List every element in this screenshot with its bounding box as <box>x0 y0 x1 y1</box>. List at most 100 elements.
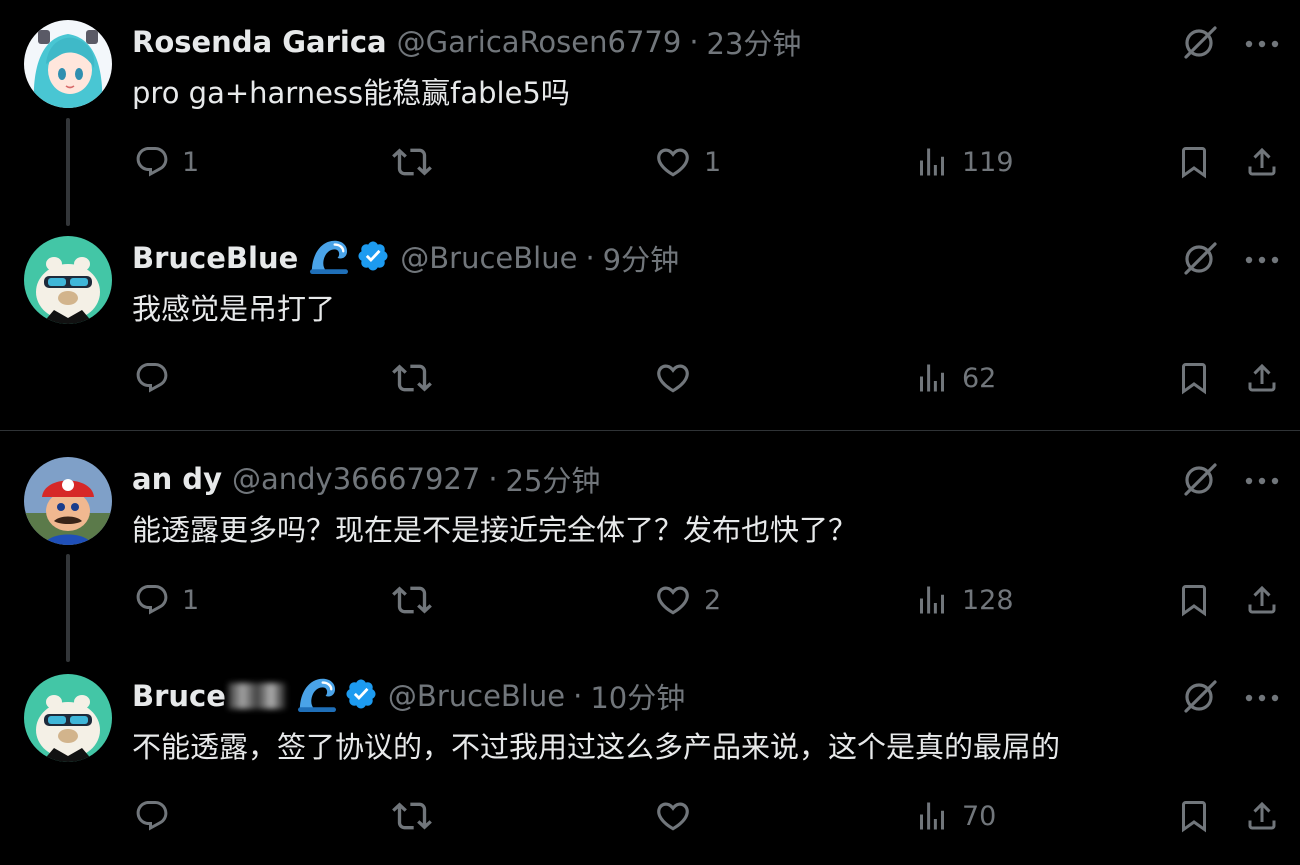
post-timestamp[interactable]: 10分钟 <box>590 675 685 717</box>
like-button[interactable] <box>654 356 704 400</box>
post-text: 不能透露，签了协议的，不过我用过这么多产品来说，这个是真的最屌的 <box>132 730 1061 764</box>
views-icon <box>914 144 950 180</box>
bookmark-icon <box>1176 798 1212 834</box>
like-icon <box>654 143 692 181</box>
share-button[interactable] <box>1244 356 1280 400</box>
post-header: Bruce @BruceBlue · 10分钟 <box>132 674 685 718</box>
bookmark-icon <box>1176 144 1212 180</box>
repost-icon <box>392 580 432 620</box>
like-icon <box>654 581 692 619</box>
repost-button[interactable] <box>392 140 444 184</box>
views-icon <box>914 582 950 618</box>
share-button[interactable] <box>1244 140 1280 184</box>
more-icon[interactable] <box>1244 28 1280 54</box>
user-handle[interactable]: @andy36667927 <box>232 462 480 496</box>
reply-button[interactable] <box>134 356 182 400</box>
repost-button[interactable] <box>392 356 444 400</box>
verified-badge-icon[interactable] <box>356 239 390 277</box>
display-name[interactable]: BruceBlue <box>132 241 298 275</box>
reply-button[interactable] <box>134 794 182 838</box>
action-bar: 70 <box>0 794 1300 838</box>
bookmark-icon <box>1176 360 1212 396</box>
grok-icon[interactable] <box>1182 24 1218 64</box>
more-icon[interactable] <box>1244 244 1280 270</box>
post-timestamp[interactable]: 23分钟 <box>707 21 802 63</box>
like-button[interactable]: 2 <box>654 578 721 622</box>
post-text: 能透露更多吗？现在是不是接近完全体了？发布也快了？ <box>132 513 858 547</box>
repost-button[interactable] <box>392 794 444 838</box>
views-icon <box>914 798 950 834</box>
post-header: Rosenda Garica @GaricaRosen6779 · 23分钟 <box>132 20 801 64</box>
views-icon <box>914 360 950 396</box>
views-count: 70 <box>962 800 997 832</box>
post-header: BruceBlue @BruceBlue · 9分钟 <box>132 236 679 280</box>
bookmark-button[interactable] <box>1176 578 1212 622</box>
avatar[interactable] <box>24 674 112 762</box>
display-name[interactable]: Bruce <box>132 679 226 713</box>
reply-button[interactable]: 1 <box>134 578 199 622</box>
wave-emoji-icon <box>308 237 350 279</box>
user-handle[interactable]: @BruceBlue <box>400 241 577 275</box>
like-button[interactable] <box>654 794 704 838</box>
wave-emoji-icon <box>296 675 338 717</box>
like-icon <box>654 359 692 397</box>
share-icon <box>1244 798 1280 834</box>
views-count: 128 <box>962 584 1014 616</box>
share-icon <box>1244 582 1280 618</box>
bookmark-icon <box>1176 582 1212 618</box>
reply-count: 1 <box>182 146 200 178</box>
reply-post[interactable]: Rosenda Garica @GaricaRosen6779 · 23分钟 p… <box>0 0 1300 216</box>
views-count: 62 <box>962 362 997 394</box>
post-text: pro ga+harness能稳赢fable5吗 <box>132 76 570 110</box>
user-handle[interactable]: @BruceBlue <box>388 679 565 713</box>
share-button[interactable] <box>1244 578 1280 622</box>
bookmark-button[interactable] <box>1176 356 1212 400</box>
like-count: 2 <box>704 584 722 616</box>
more-icon[interactable] <box>1244 465 1280 491</box>
avatar[interactable] <box>24 20 112 108</box>
verified-badge-icon[interactable] <box>344 677 378 715</box>
views-button[interactable]: 119 <box>914 140 1014 184</box>
separator-dot: · <box>573 679 583 713</box>
reply-button[interactable]: 1 <box>134 140 199 184</box>
post-text: 我感觉是吊打了 <box>132 292 336 326</box>
repost-button[interactable] <box>392 578 444 622</box>
grok-icon[interactable] <box>1182 461 1218 501</box>
separator-dot: · <box>689 25 699 59</box>
bookmark-button[interactable] <box>1176 140 1212 184</box>
action-bar: 62 <box>0 356 1300 400</box>
user-handle[interactable]: @GaricaRosen6779 <box>397 25 682 59</box>
reply-icon <box>134 582 170 618</box>
reply-post[interactable]: Bruce @BruceBlue · 10分钟 不能透露，签了协议的，不过我用过… <box>0 654 1300 865</box>
views-count: 119 <box>962 146 1014 178</box>
views-button[interactable]: 62 <box>914 356 996 400</box>
views-button[interactable]: 128 <box>914 578 1014 622</box>
avatar[interactable] <box>24 457 112 545</box>
avatar[interactable] <box>24 236 112 324</box>
separator-dot: · <box>585 241 595 275</box>
grok-icon[interactable] <box>1182 678 1218 718</box>
reply-count: 1 <box>182 584 200 616</box>
post-timestamp[interactable]: 25分钟 <box>506 458 601 500</box>
like-count: 1 <box>704 146 722 178</box>
share-button[interactable] <box>1244 794 1280 838</box>
action-bar: 1 1 119 <box>0 140 1300 184</box>
bookmark-button[interactable] <box>1176 794 1212 838</box>
post-header: an dy @andy36667927 · 25分钟 <box>132 457 600 501</box>
like-button[interactable]: 1 <box>654 140 721 184</box>
reply-post[interactable]: BruceBlue @BruceBlue · 9分钟 我感觉是吊打了 62 <box>0 216 1300 432</box>
separator-dot: · <box>488 462 498 496</box>
repost-icon <box>392 796 432 836</box>
repost-icon <box>392 142 432 182</box>
views-button[interactable]: 70 <box>914 794 996 838</box>
action-bar: 1 2 128 <box>0 578 1300 622</box>
reply-icon <box>134 360 170 396</box>
post-timestamp[interactable]: 9分钟 <box>603 237 679 279</box>
thread-divider <box>0 430 1300 431</box>
share-icon <box>1244 144 1280 180</box>
more-icon[interactable] <box>1244 682 1280 708</box>
display-name[interactable]: an dy <box>132 462 222 496</box>
display-name[interactable]: Rosenda Garica <box>132 25 387 59</box>
reply-post[interactable]: an dy @andy36667927 · 25分钟 能透露更多吗？现在是不是接… <box>0 437 1300 653</box>
grok-icon[interactable] <box>1182 240 1218 280</box>
